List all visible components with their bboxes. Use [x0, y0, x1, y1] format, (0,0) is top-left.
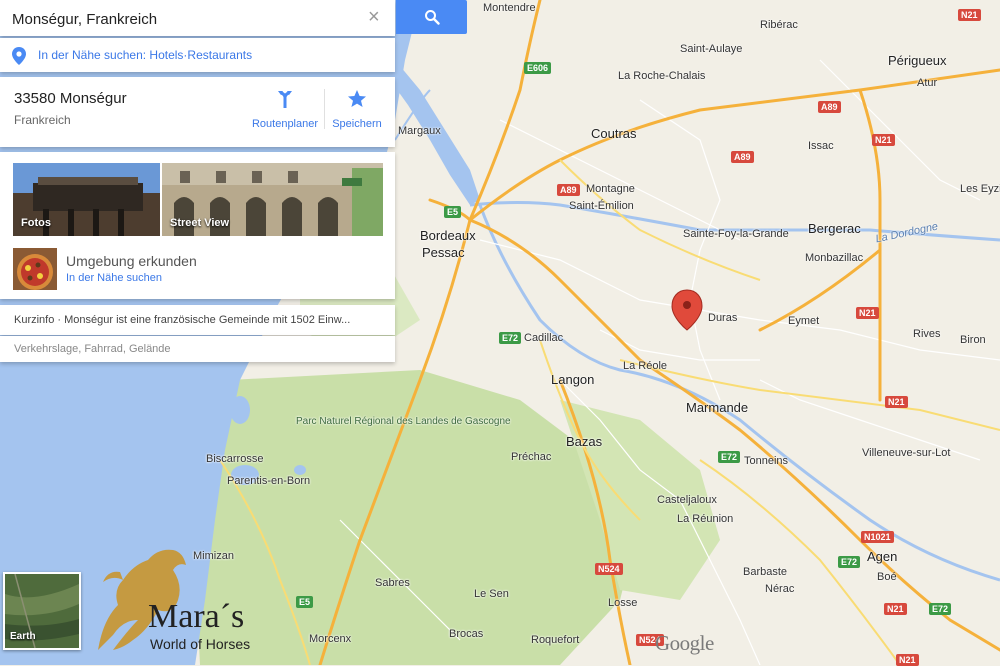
map-label: Brocas [449, 628, 484, 640]
map-label: Eymet [788, 315, 820, 327]
earth-label: Earth [10, 631, 36, 642]
map-label: Saint-Émilion [569, 200, 634, 212]
map-label: Bergerac [808, 221, 861, 236]
map-label: La Roche-Chalais [618, 70, 706, 82]
map-label: La Réole [623, 360, 668, 372]
media-card: Fotos Street View Umgebung erkunden In d… [0, 152, 395, 299]
map-label: Parentis-en-Born [227, 475, 311, 487]
map-label: Barbaste [743, 566, 788, 578]
road-shield: N21 [885, 396, 908, 408]
info-text: Kurzinfo · Monségur ist eine französisch… [14, 314, 351, 326]
map-label: Les Eyzi [960, 183, 1000, 195]
map-label: Coutras [591, 126, 637, 141]
road-shield: E72 [499, 332, 522, 344]
map-label: Le Sen [474, 588, 509, 600]
place-subtitle: Frankreich [14, 113, 71, 127]
road-shield: E72 [718, 451, 741, 463]
route-icon [278, 91, 292, 108]
map-label: Sainte-Foy-la-Grande [683, 228, 789, 240]
map-label: Villeneuve-sur-Lot [862, 447, 951, 459]
map-label: Nérac [765, 583, 795, 595]
map-label: Margaux [398, 125, 441, 137]
pin-icon [12, 47, 26, 65]
info-card[interactable]: Kurzinfo · Monségur ist eine französisch… [0, 305, 395, 335]
map-label: La Réunion [677, 513, 734, 525]
search-input[interactable] [10, 0, 354, 38]
search-icon [424, 10, 440, 25]
map-label: Casteljaloux [657, 494, 717, 506]
map-label: Issac [808, 140, 834, 152]
road-shield: E5 [296, 596, 314, 608]
save-label: Speichern [332, 118, 382, 130]
map-label: Pessac [422, 245, 465, 260]
road-shield: N21 [856, 307, 879, 319]
road-shield: N1021 [861, 531, 894, 543]
map-label: Cadillac [524, 332, 564, 344]
map-label: Langon [551, 372, 595, 387]
map-label: Biron [960, 334, 986, 346]
road-shield: N21 [896, 654, 919, 666]
road-shield: E606 [524, 62, 552, 74]
road-shield: N524 [595, 563, 623, 575]
road-shield: E72 [838, 556, 861, 568]
map-label: Rives [913, 328, 941, 340]
map-label: Atur [917, 77, 938, 89]
watermark-title: Mara´s [148, 598, 245, 635]
road-shield: A89 [557, 184, 580, 196]
streetview-thumbnail[interactable]: Street View [162, 163, 383, 236]
earth-toggle[interactable]: Earth [3, 572, 81, 650]
map-label: Losse [608, 597, 638, 609]
map-label: Montendre [483, 2, 536, 14]
map-label: Ribérac [760, 19, 798, 31]
watermark-subtitle: World of Horses [150, 636, 251, 652]
map-label: Préchac [511, 451, 552, 463]
road-shield: A89 [731, 151, 754, 163]
road-shield: N21 [884, 603, 907, 615]
explore-title: Umgebung erkunden [66, 253, 197, 269]
route-planner-label: Routenplaner [251, 118, 319, 130]
photos-thumbnail[interactable]: Fotos [13, 163, 160, 236]
map-label: Sabres [375, 577, 410, 589]
map-label: Périgueux [888, 53, 947, 68]
route-planner-button[interactable]: Routenplaner [250, 89, 320, 130]
map-label: Saint-Aulaye [680, 43, 743, 55]
nearby-search-link[interactable]: In der Nähe suchen: Hotels·Restaurants [38, 48, 252, 62]
map-label: Bazas [566, 434, 603, 449]
place-card: 33580 Monségur Frankreich Routenplaner S… [0, 77, 395, 147]
google-logo: Google [655, 631, 714, 655]
search-button[interactable] [396, 0, 467, 34]
map-label: Monbazillac [805, 252, 864, 264]
map-label: Biscarrosse [206, 453, 264, 465]
road-shield: N21 [872, 134, 895, 146]
explore-nearby-link[interactable]: In der Nähe suchen [66, 272, 162, 284]
map-label: Marmande [686, 400, 749, 415]
explore-thumbnail[interactable] [13, 248, 57, 290]
road-shield: N21 [958, 9, 981, 21]
road-shield: A89 [818, 101, 841, 113]
map-label: Roquefort [531, 634, 580, 646]
map-label: Boé [877, 571, 897, 583]
star-icon [348, 90, 366, 107]
place-title: 33580 Monségur [14, 90, 127, 107]
map-label: Mimizan [193, 550, 234, 562]
map-label: Parc Naturel Régional des Landes de Gasc… [296, 416, 511, 427]
map-label: Duras [708, 312, 738, 324]
search-box: × [0, 0, 395, 38]
road-shield: E72 [929, 603, 952, 615]
layers-card[interactable]: Verkehrslage, Fahrrad, Gelände [0, 336, 395, 362]
map-label: Morcenx [309, 633, 352, 645]
save-button[interactable]: Speichern [322, 89, 392, 130]
photos-label: Fotos [21, 217, 51, 229]
map-label: Montagne [586, 183, 635, 195]
clear-icon[interactable]: × [368, 6, 380, 29]
map-label: Bordeaux [420, 228, 476, 243]
food-image [13, 248, 57, 290]
streetview-label: Street View [170, 217, 230, 229]
map-label: Agen [867, 549, 898, 564]
layers-text: Verkehrslage, Fahrrad, Gelände [14, 343, 171, 355]
road-shield: E5 [444, 206, 462, 218]
nearby-search-card[interactable]: In der Nähe suchen: Hotels·Restaurants [0, 38, 395, 72]
map-label: Tonneins [744, 455, 789, 467]
